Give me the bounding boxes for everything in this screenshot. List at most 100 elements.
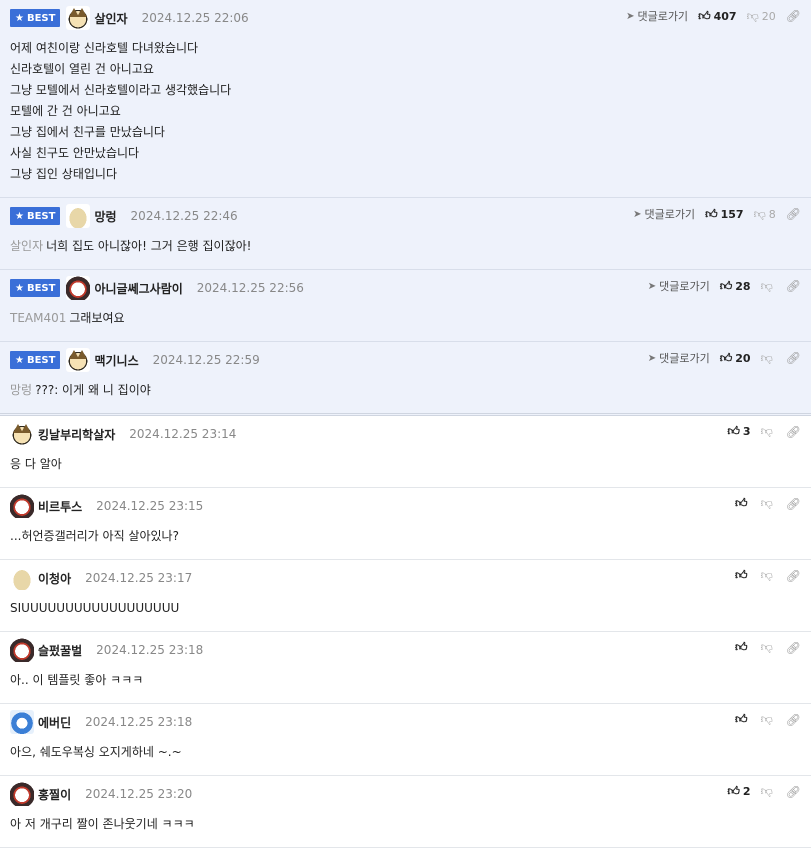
upvote-button[interactable]: 👍︎ 3 [727,424,750,439]
avatar[interactable] [66,204,91,228]
reply-target[interactable]: 살인자 [10,239,43,253]
comment-meta: ★ BEST 망렁 2024.12.25 22:46 ➤ 댓글로가기 👍︎ 157 👎︎ 8 🔗︎ [10,198,801,234]
comment: 슬펐꿀벌 2024.12.25 23:18 👍︎ 👎︎ 🔗︎ 아.. 이 템플릿 좋아 ㅋ… [0,632,811,704]
avatar[interactable] [10,566,34,590]
avatar[interactable] [10,422,34,446]
comment-actions: 👍︎ 👎︎ 🔗︎ [735,640,801,655]
comment-text: ...허언증갤러리가 아직 살아있나? [10,529,179,543]
downvote-button[interactable]: 👎︎ [761,279,776,294]
avatar[interactable] [10,710,34,734]
comment-text: 신라호텔이 열린 건 아니고요 [10,62,154,76]
nickname[interactable]: 맥기니스 [94,352,138,369]
thumbs-down-icon: 👎︎ [760,496,773,510]
comment-actions: ➤ 댓글로가기 👍︎ 157 👎︎ 8 🔗︎ [633,206,801,222]
downvote-count: 8 [768,207,776,221]
comment: 킹날부리학살자 2024.12.25 23:14 👍︎ 3 👎︎ 🔗︎ 응 다 알아 [0,416,811,488]
best-comment: ★ BEST 아니글쎄그사람이 2024.12.25 22:56 ➤ 댓글로가기 👍︎ 28 👎… [0,270,811,342]
comment-line: TEAM401 그래보여요 [10,308,801,329]
nickname[interactable]: 홍찔이 [38,786,71,803]
thumbs-down-icon: 👎︎ [760,784,773,798]
thumbs-up-icon: 👍︎ [698,8,711,23]
downvote-button[interactable]: 👎︎ 20 [747,9,776,24]
downvote-button[interactable]: 👎︎ [761,712,776,727]
thumbs-up-icon: 👍︎ [719,350,733,365]
link-icon[interactable]: 🔗︎ [786,351,801,365]
best-comment: ★ BEST 살인자 2024.12.25 22:06 ➤ 댓글로가기 👍︎ 407 👎︎ 20 🔗… [0,0,811,198]
upvote-button[interactable]: 👍︎ 20 [720,351,751,366]
comment-meta: ★ BEST 살인자 2024.12.25 22:06 ➤ 댓글로가기 👍︎ 407 👎︎ 20 🔗… [10,0,801,36]
link-icon[interactable]: 🔗︎ [786,641,801,655]
comment-text: 그냥 집인 상태입니다 [10,167,117,181]
star-icon: ★ [15,12,24,24]
thumbs-down-icon: 👎︎ [760,350,773,365]
avatar[interactable] [10,782,34,806]
nickname[interactable]: 킹날부리학살자 [38,426,115,443]
upvote-button[interactable]: 👍︎ 157 [705,207,744,222]
goto-reply-link[interactable]: ➤ 댓글로가기 [633,206,695,222]
nickname[interactable]: 살인자 [94,10,127,27]
thumbs-up-icon: 👍︎ [735,640,748,654]
upvote-button[interactable]: 👍︎ 2 [727,784,750,799]
upvote-button[interactable]: 👍︎ [735,568,751,583]
star-icon: ★ [15,282,24,294]
link-icon[interactable]: 🔗︎ [786,207,801,221]
reply-target[interactable]: TEAM401 [10,311,66,325]
upvote-button[interactable]: 👍︎ [735,496,751,511]
comment-text: 아으, 쉐도우복싱 오지게하네 ~.~ [10,745,182,759]
comment-actions: 👍︎ 👎︎ 🔗︎ [735,712,801,727]
link-icon[interactable]: 🔗︎ [786,425,801,439]
link-icon[interactable]: 🔗︎ [786,497,801,511]
reply-target[interactable]: 망렁 [10,383,32,397]
link-icon[interactable]: 🔗︎ [786,569,801,583]
comment-actions: ➤ 댓글로가기 👍︎ 407 👎︎ 20 🔗︎ [626,8,801,24]
downvote-button[interactable]: 👎︎ [761,784,776,799]
avatar[interactable] [66,6,91,30]
comment-body: TEAM401 그래보여요 [10,306,801,341]
comment-body: 살인자 너희 집도 아니잖아! 그거 은행 집이잖아! [10,234,801,269]
thumbs-down-icon: 👎︎ [760,278,773,293]
link-icon[interactable]: 🔗︎ [786,785,801,799]
best-label: BEST [26,282,56,294]
comment-line: 응 다 알아 [10,454,801,475]
nickname[interactable]: 이청아 [38,570,71,587]
upvote-button[interactable]: 👍︎ 28 [720,279,751,294]
nickname[interactable]: 비르투스 [38,498,82,515]
downvote-button[interactable]: 👎︎ [761,351,776,366]
nickname[interactable]: 아니글쎄그사람이 [94,280,182,297]
comment-line: SIUUUUUUUUUUUUUUUUUU [10,598,801,619]
nickname[interactable]: 슬펐꿀벌 [38,642,82,659]
comment-line: 신라호텔이 열린 건 아니고요 [10,59,801,80]
upvote-count: 157 [720,207,744,221]
downvote-button[interactable]: 👎︎ 8 [754,207,776,222]
avatar[interactable] [66,348,91,372]
nickname[interactable]: 에버딘 [38,714,71,731]
avatar[interactable] [66,276,91,300]
thumbs-up-icon: 👍︎ [735,568,748,582]
downvote-button[interactable]: 👎︎ [761,496,776,511]
goto-reply-link[interactable]: ➤ 댓글로가기 [626,8,688,24]
best-badge: ★ BEST [10,9,61,27]
send-arrow-icon: ➤ [647,352,657,364]
comment-line: 모텔에 간 건 아니고요 [10,101,801,122]
comment: 에버딘 2024.12.25 23:18 👍︎ 👎︎ 🔗︎ 아으, 쉐도우복싱 오지게하네… [0,704,811,776]
comment-actions: 👍︎ 👎︎ 🔗︎ [735,496,801,511]
thumbs-up-icon: 👍︎ [727,424,740,438]
downvote-button[interactable]: 👎︎ [761,568,776,583]
avatar[interactable] [10,494,34,518]
upvote-button[interactable]: 👍︎ [735,640,751,655]
link-icon[interactable]: 🔗︎ [786,279,801,293]
downvote-button[interactable]: 👎︎ [761,640,776,655]
goto-reply-link[interactable]: ➤ 댓글로가기 [648,278,710,294]
nickname[interactable]: 망렁 [94,208,116,225]
avatar[interactable] [10,638,34,662]
upvote-button[interactable]: 👍︎ 407 [698,9,737,24]
thumbs-up-icon: 👍︎ [705,206,718,221]
comment-meta: 홍찔이 2024.12.25 23:20 👍︎ 2 👎︎ 🔗︎ [10,776,801,812]
link-icon[interactable]: 🔗︎ [786,713,801,727]
comment-line: 그냥 모텔에서 신라호텔이라고 생각했습니다 [10,80,801,101]
comment-line: 그냥 집인 상태입니다 [10,164,801,185]
goto-reply-link[interactable]: ➤ 댓글로가기 [648,350,710,366]
downvote-button[interactable]: 👎︎ [761,424,776,439]
upvote-button[interactable]: 👍︎ [735,712,751,727]
link-icon[interactable]: 🔗︎ [786,9,801,23]
